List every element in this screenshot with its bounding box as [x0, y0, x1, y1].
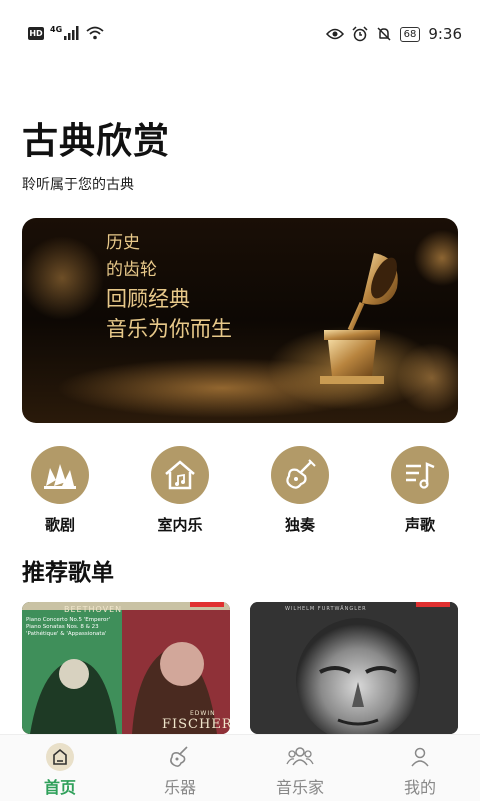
- section-title-recommended: 推荐歌单: [22, 560, 114, 586]
- banner-line-1: 历史: [106, 233, 140, 253]
- clock: 9:36: [428, 25, 462, 43]
- banner-text: 历史 的齿轮 回顾经典 音乐为你而生: [106, 230, 232, 344]
- opera-house-icon: [31, 446, 89, 504]
- tab-label: 乐器: [163, 778, 196, 797]
- category-label: 室内乐: [157, 516, 203, 534]
- category-chamber-music[interactable]: 室内乐: [135, 446, 225, 535]
- album-header: WILHELM FURTWÄNGLER: [285, 606, 367, 612]
- album-performer-first: EDWIN: [190, 710, 216, 717]
- instrument-icon: [170, 746, 188, 767]
- network-type: 4G: [50, 24, 63, 34]
- page-title: 古典欣赏: [22, 121, 171, 162]
- album-performer-last: FISCHER: [162, 717, 230, 732]
- home-icon: [46, 743, 74, 771]
- category-solo[interactable]: 独奏: [255, 446, 345, 535]
- playlist-card-1[interactable]: BEETHOVEN Piano Concerto No.5 'Emperor' …: [22, 602, 230, 734]
- category-vocal[interactable]: 声歌: [375, 446, 465, 535]
- hd-badge: HD: [28, 26, 44, 40]
- guitar-icon: [271, 446, 329, 504]
- category-label: 歌剧: [44, 516, 75, 534]
- playlist-card-2[interactable]: WILHELM FURTWÄNGLER: [250, 602, 458, 734]
- status-left: HD 4G: [28, 24, 104, 40]
- bottom-tab-bar: 首页 乐器 音乐家 我的: [0, 734, 480, 801]
- music-list-icon: [391, 446, 449, 504]
- status-bar: HD 4G 68 9:36: [0, 0, 480, 70]
- tab-musicians[interactable]: 音乐家: [250, 735, 350, 801]
- battery-indicator: 68: [399, 26, 421, 42]
- banner-line-4: 音乐为你而生: [106, 317, 232, 341]
- tab-label: 音乐家: [275, 778, 324, 797]
- album-cover-furtwangler: [250, 602, 458, 734]
- alarm-icon: [352, 26, 368, 42]
- signal-icon: [64, 26, 79, 40]
- album-subtitle: Piano Concerto No.5 'Emperor' Piano Sona…: [26, 617, 136, 638]
- category-label: 独奏: [284, 516, 315, 534]
- tab-label: 我的: [403, 778, 436, 797]
- category-opera[interactable]: 歌剧: [15, 446, 105, 535]
- banner-line-3: 回顾经典: [106, 287, 190, 311]
- profile-icon: [411, 747, 429, 767]
- album-line-3: 'Pathétique' & 'Appassionata': [26, 631, 107, 637]
- banner-line-2: 的齿轮: [106, 260, 157, 280]
- wifi-icon: [86, 26, 104, 40]
- category-label: 声歌: [404, 516, 435, 534]
- status-right: 68 9:36: [325, 25, 462, 43]
- mute-bell-icon: [377, 27, 391, 41]
- tab-profile[interactable]: 我的: [370, 735, 470, 801]
- album-line-2: Piano Sonatas Nos. 8 & 23: [26, 624, 99, 630]
- promo-banner[interactable]: 历史 的齿轮 回顾经典 音乐为你而生: [22, 218, 458, 423]
- page-subtitle: 聆听属于您的古典: [22, 177, 134, 193]
- tab-home[interactable]: 首页: [10, 735, 110, 801]
- musicians-icon: [286, 747, 314, 766]
- gramophone-trophy-icon: [320, 253, 398, 384]
- category-row: 歌剧 室内乐 独奏 声歌: [0, 446, 480, 541]
- house-music-icon: [151, 446, 209, 504]
- album-composer: BEETHOVEN: [64, 605, 123, 614]
- tab-instruments[interactable]: 乐器: [130, 735, 230, 801]
- album-line-1: Piano Concerto No.5 'Emperor': [26, 617, 111, 623]
- eye-icon: [325, 28, 344, 40]
- tab-label: 首页: [43, 778, 76, 797]
